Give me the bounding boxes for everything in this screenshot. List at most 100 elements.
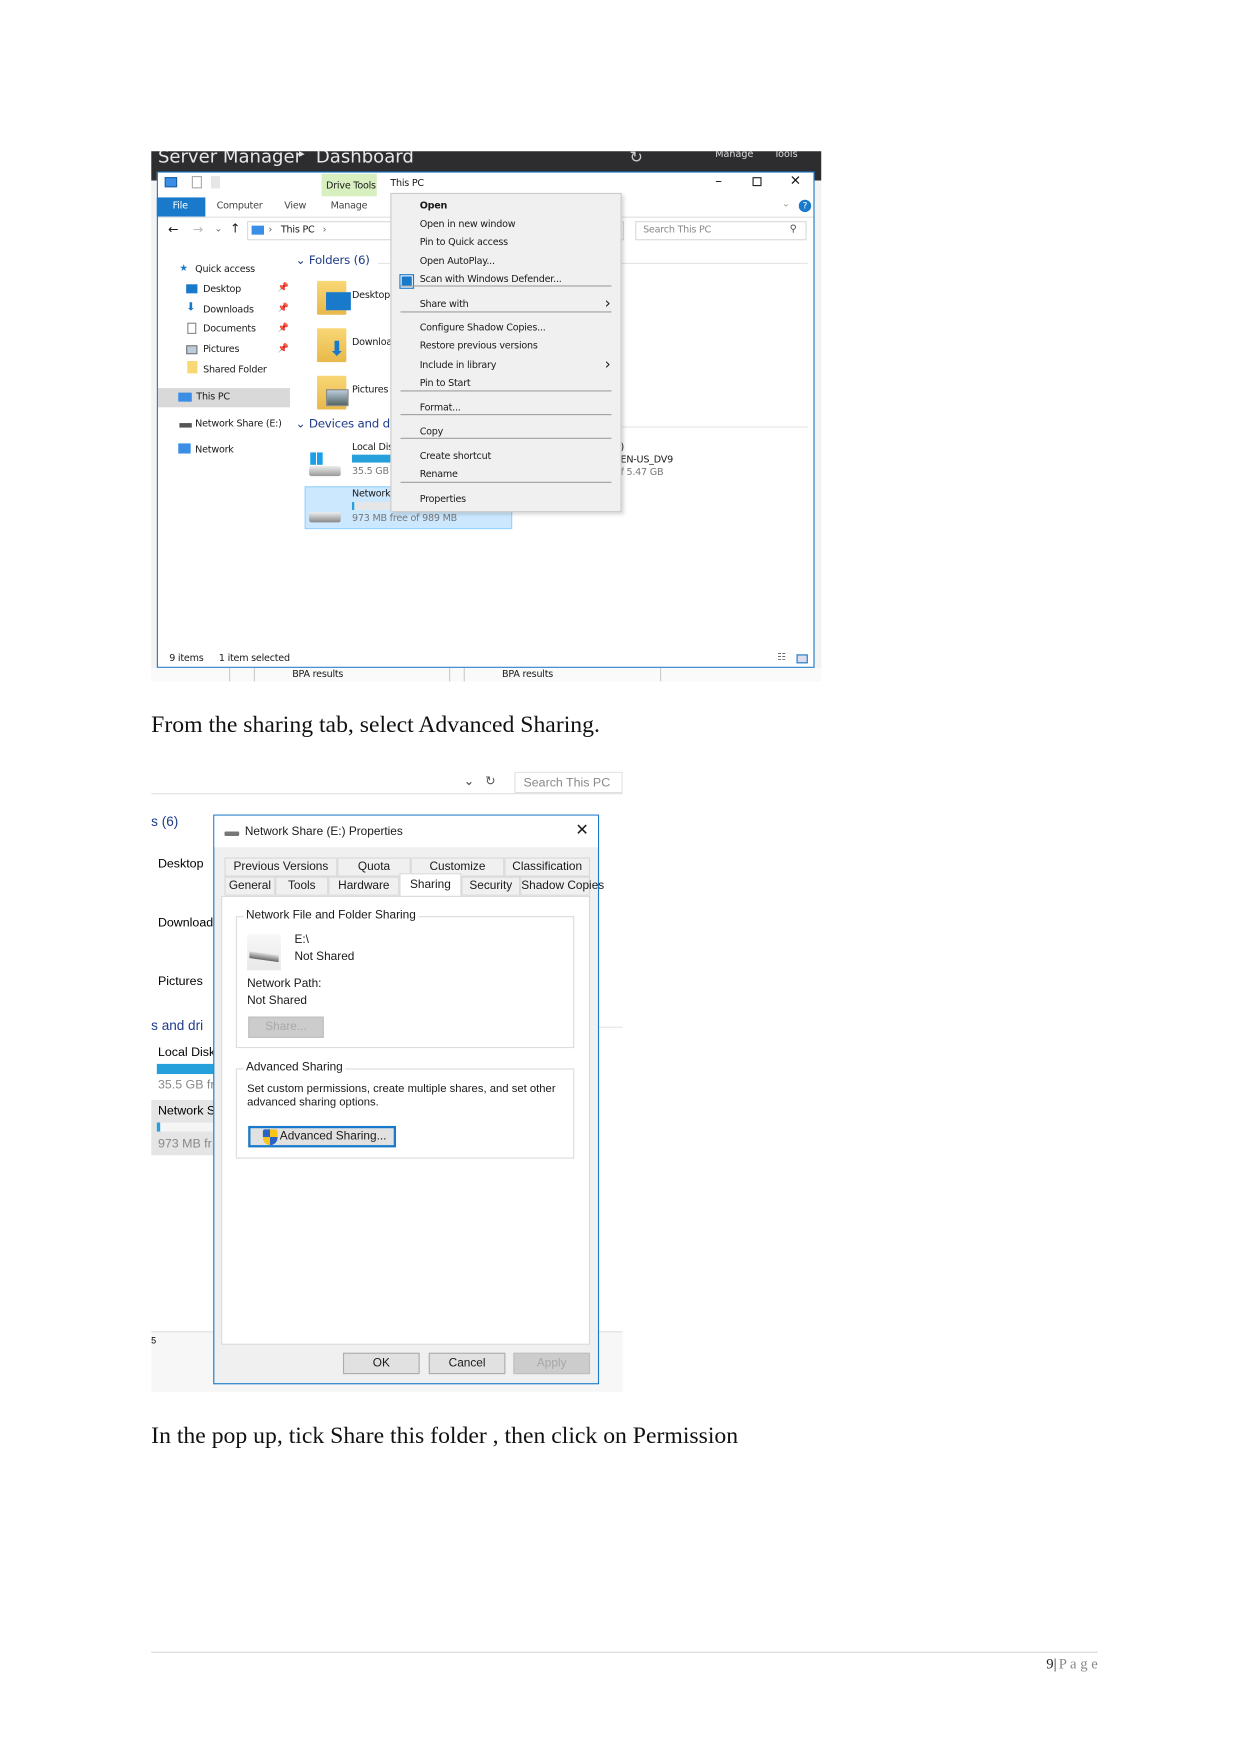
search-placeholder: Search This PC [643,224,712,236]
folders-header-label: Folders (6) [308,253,370,268]
forward-icon[interactable]: → [193,222,203,237]
tab-label: Classification [512,859,583,874]
folder-desktop[interactable]: Desktop [158,857,204,871]
menu-manage[interactable]: Manage [715,151,753,160]
search-input[interactable]: Search This PC ⚲ [635,221,807,241]
up-icon[interactable]: ↑ [230,221,240,236]
ribbon-tab-computer[interactable]: Computer [217,201,263,212]
tab-general[interactable]: General [224,876,276,896]
pin-icon[interactable]: 📌 [278,323,289,333]
context-menu-item[interactable]: Scan with Windows Defender... [420,274,562,285]
refresh-icon[interactable]: ↻ [630,151,643,168]
apply-button[interactable]: Apply [513,1352,591,1375]
tab-shadow-copies[interactable]: Shadow Copies [520,876,604,896]
large-icons-view-icon[interactable] [796,654,808,664]
address-text: This PC [280,224,315,236]
server-manager-title: Server Manager [157,151,303,167]
folder-pictures[interactable]: Pictures [352,385,388,396]
refresh-icon[interactable]: ↻ [485,774,495,789]
nav-documents[interactable]: Documents [203,324,256,335]
pin-icon[interactable]: 📌 [278,302,289,312]
network-drive-free: 973 MB fr [157,1137,212,1151]
context-menu-item[interactable]: Properties [420,494,466,505]
cancel-button[interactable]: Cancel [428,1352,506,1375]
close-button[interactable]: ✕ [790,173,801,189]
network-drive-name[interactable]: Network S [158,1105,215,1119]
nav-pictures[interactable]: Pictures [203,344,239,355]
context-menu-item[interactable]: Open [420,201,448,212]
ribbon-expand-icon[interactable]: ⌄ [782,199,790,210]
context-menu-item[interactable]: Restore previous versions [420,341,538,352]
context-menu-item[interactable]: Pin to Quick access [420,237,508,248]
context-menu-item[interactable]: Configure Shadow Copies... [420,323,546,334]
bpa-results-label[interactable]: BPA results [502,669,553,680]
maximize-button[interactable] [752,177,762,187]
tab-previous-versions[interactable]: Previous Versions [224,857,338,877]
advanced-sharing-button[interactable]: Advanced Sharing... [248,1125,396,1148]
caption-1: From the sharing tab, select Advanced Sh… [151,710,600,738]
properties-dialog: Network Share (E:) Properties ✕ Previous… [213,814,604,1385]
advanced-sharing-group: Advanced Sharing Set custom permissions,… [235,1060,575,1159]
nav-quick-access[interactable]: Quick access [195,264,255,275]
ok-label: OK [372,1356,390,1370]
nav-this-pc[interactable]: This PC [157,388,290,408]
new-folder-icon[interactable] [210,175,220,189]
search-input[interactable]: Search This PC [514,771,623,794]
pin-icon[interactable]: 📌 [278,282,289,292]
context-menu-item[interactable]: Rename [420,469,458,480]
menu-separator [400,481,612,483]
folders-header[interactable]: ⌄ Folders (6) [296,254,370,268]
status-selected: 1 item selected [218,653,290,665]
apply-label: Apply [536,1356,567,1370]
folder-downloads[interactable]: Download [158,916,213,930]
share-button[interactable]: Share... [248,1016,324,1038]
dialog-close-button[interactable]: ✕ [575,820,588,839]
tab-security[interactable]: Security [461,876,521,896]
nav-desktop[interactable]: Desktop [203,284,241,295]
local-disk-name[interactable]: Local Dis [352,442,393,453]
help-icon[interactable]: ? [798,199,812,213]
folder-pictures-icon[interactable] [317,375,349,410]
ribbon-tab-view[interactable]: View [284,201,306,212]
ok-button[interactable]: OK [342,1352,420,1375]
folder-downloads-icon[interactable]: ⬇ [317,328,347,363]
tab-hardware[interactable]: Hardware [328,876,400,896]
tab-tools[interactable]: Tools [275,876,329,896]
ribbon-tab-file[interactable]: File [156,197,206,217]
context-menu-item[interactable]: Share with [420,299,469,310]
ribbon-tab-manage[interactable]: Manage [331,201,368,212]
context-menu-item[interactable]: Create shortcut [420,451,492,462]
tab-classification[interactable]: Classification [504,857,591,877]
devices-header[interactable]: ⌄ Devices and dr [296,417,395,431]
folder-desktop[interactable]: Desktop [352,290,390,301]
context-menu-item[interactable]: Format... [420,403,461,414]
status-item-count: 9 items [169,653,204,665]
pin-icon[interactable]: 📌 [278,343,289,353]
address-dropdown-icon[interactable]: ⌄ [464,774,474,789]
context-menu-item[interactable]: Include in library [420,360,497,371]
context-menu-item[interactable]: Copy [420,426,444,437]
bpa-results-label[interactable]: BPA results [292,669,343,680]
context-menu-item[interactable]: Pin to Start [420,378,471,389]
nav-network-share[interactable]: Network Share (E:) [195,419,282,430]
recent-dropdown-icon[interactable]: ⌄ [214,223,222,234]
folder-desktop-icon[interactable] [317,280,351,315]
network-drive-name[interactable]: Network [352,489,391,500]
minimize-button[interactable]: – [715,173,722,189]
details-view-icon[interactable]: ☷ [777,652,786,663]
context-menu-item[interactable]: Open AutoPlay... [420,256,495,267]
context-menu-item[interactable]: Open in new window [420,219,516,230]
local-disk-name[interactable]: Local Disk [158,1046,215,1060]
nav-downloads[interactable]: Downloads [203,305,254,316]
tab-sharing[interactable]: Sharing [399,873,462,897]
nav-network[interactable]: Network [195,445,234,456]
nav-shared-folder[interactable]: Shared Folder [203,364,267,375]
properties-screenshot: ⌄ ↻ Search This PC s (6) Desktop Downloa… [151,771,623,1393]
page-footer: 9| P a g e [1046,1655,1098,1673]
folder-downloads[interactable]: Downloa [352,337,392,348]
menu-tools[interactable]: Tools [774,151,798,160]
chevron-right-icon: › [604,295,611,313]
back-icon[interactable]: ← [168,222,178,237]
folder-pictures[interactable]: Pictures [158,975,203,989]
properties-icon[interactable] [191,175,202,189]
